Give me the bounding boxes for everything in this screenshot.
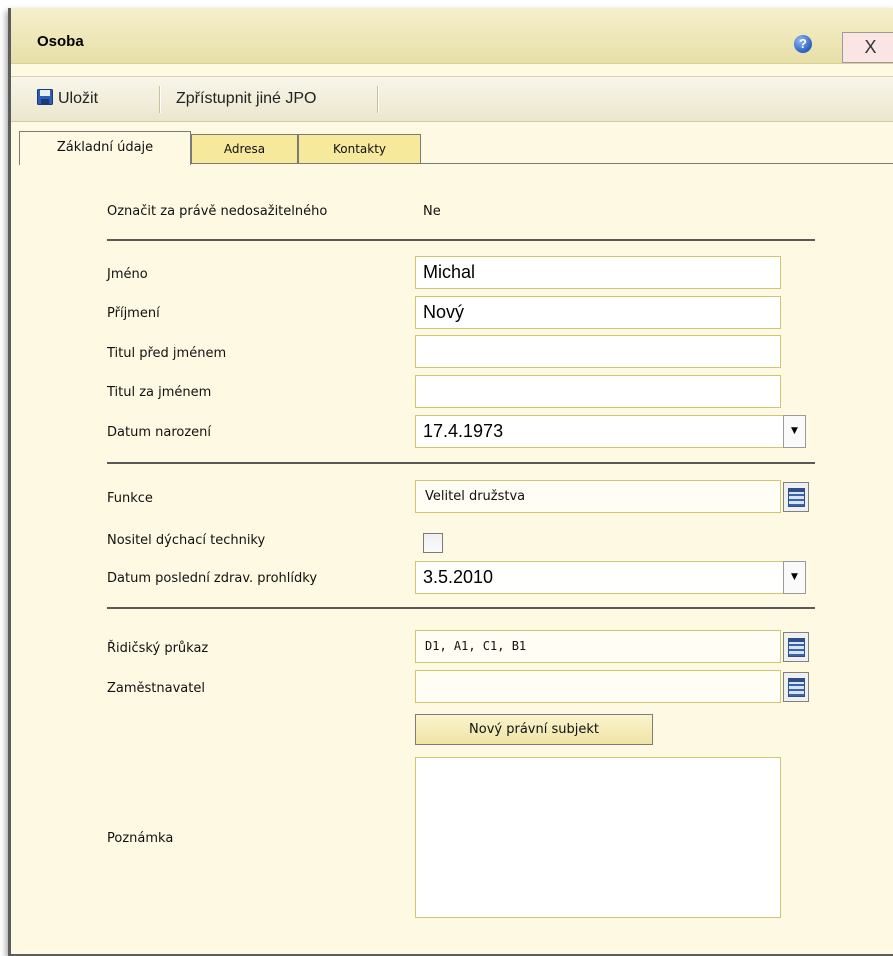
list-picker-icon	[788, 488, 805, 507]
note-label: Poznámka	[107, 831, 174, 846]
toolbar: Uložit Zpřístupnit jiné JPO	[11, 76, 893, 122]
breathing-apparatus-checkbox[interactable]	[423, 533, 443, 553]
floppy-disk-icon	[37, 88, 53, 105]
note-textarea[interactable]	[415, 757, 781, 918]
driving-license-picker-button[interactable]	[783, 632, 809, 662]
title-after-field[interactable]	[415, 375, 781, 408]
tab-contacts[interactable]: Kontakty	[298, 134, 421, 163]
section-divider	[107, 607, 815, 609]
dropdown-arrow-icon[interactable]: ▼	[783, 415, 806, 448]
dialog-title: Osoba	[37, 33, 84, 50]
new-legal-subject-button[interactable]: Nový právní subjekt	[415, 714, 653, 745]
toolbar-separator	[377, 86, 379, 113]
breathing-apparatus-label: Nositel dýchací techniky	[107, 533, 266, 548]
close-button[interactable]: X	[842, 32, 893, 63]
first-name-field[interactable]: Michal	[415, 256, 781, 289]
list-picker-icon	[788, 678, 805, 697]
list-picker-icon	[788, 638, 805, 657]
toolbar-separator	[159, 86, 161, 113]
title-after-label: Titul za jménem	[107, 385, 212, 400]
section-divider	[107, 239, 815, 241]
title-bar: Osoba ? X	[11, 8, 893, 64]
last-medical-field[interactable]: 3.5.2010	[415, 561, 784, 594]
last-medical-label: Datum poslední zdrav. prohlídky	[107, 571, 318, 586]
birth-date-field[interactable]: 17.4.1973	[415, 415, 784, 448]
function-picker-button[interactable]	[783, 482, 809, 512]
help-icon[interactable]: ?	[794, 35, 812, 53]
tab-baseline	[191, 163, 893, 164]
save-button[interactable]: Uložit	[37, 77, 98, 121]
driving-license-field[interactable]: D1, A1, C1, B1	[415, 630, 781, 663]
employer-picker-button[interactable]	[783, 672, 809, 702]
first-name-label: Jméno	[107, 267, 148, 282]
function-field[interactable]: Velitel družstva	[415, 480, 781, 513]
save-label: Uložit	[58, 90, 99, 107]
employer-label: Zaměstnavatel	[107, 681, 205, 696]
driving-license-label: Řidičský průkaz	[107, 641, 209, 656]
share-with-other-jpo-button[interactable]: Zpřístupnit jiné JPO	[176, 77, 317, 121]
last-name-label: Příjmení	[107, 306, 160, 321]
tab-basic-info[interactable]: Základní údaje	[19, 131, 191, 165]
birth-date-label: Datum narození	[107, 425, 211, 440]
tab-bar: Základní údaje Adresa Kontakty	[19, 120, 893, 165]
person-dialog: Osoba ? X Uložit Zpřístupnit jiné JPO Zá…	[8, 8, 893, 956]
title-before-field[interactable]	[415, 335, 781, 368]
unreachable-value: Ne	[423, 204, 441, 219]
section-divider	[107, 462, 815, 464]
employer-field[interactable]	[415, 670, 781, 703]
dropdown-arrow-icon[interactable]: ▼	[783, 561, 806, 594]
last-name-field[interactable]: Nový	[415, 296, 781, 329]
unreachable-label: Označit za právě nedosažitelného	[107, 204, 328, 219]
title-before-label: Titul před jménem	[107, 346, 227, 361]
tab-address[interactable]: Adresa	[191, 134, 298, 163]
function-label: Funkce	[107, 491, 153, 506]
